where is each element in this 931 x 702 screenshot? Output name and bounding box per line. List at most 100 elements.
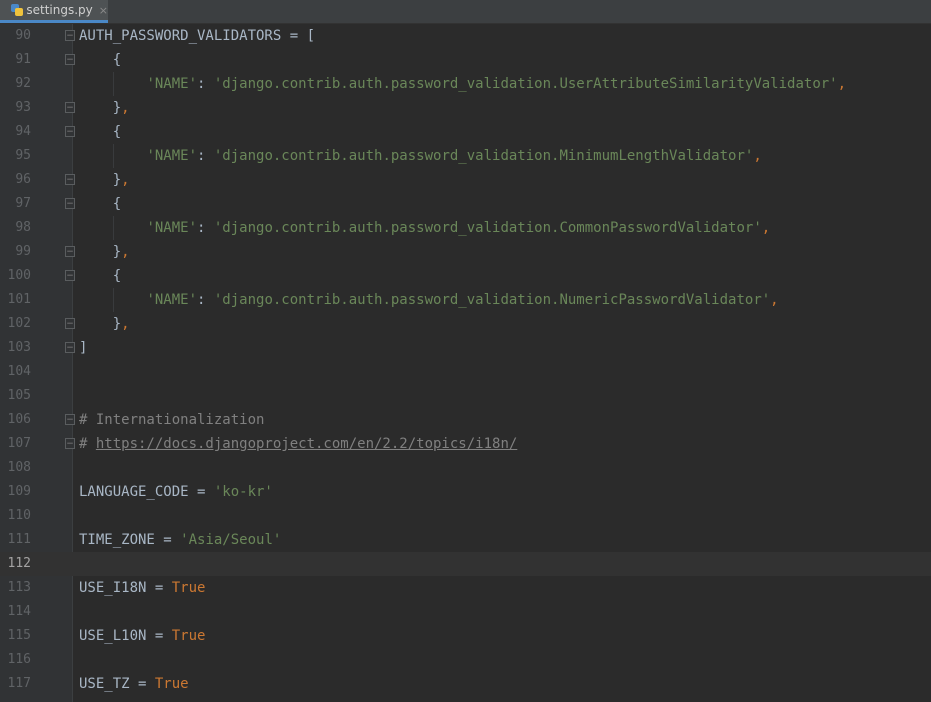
code-text: { <box>79 192 121 216</box>
code-text: AUTH_PASSWORD_VALIDATORS = [ <box>79 24 315 48</box>
code-token: } <box>79 244 122 260</box>
code-token: { <box>79 124 122 140</box>
code-text: # https://docs.djangoproject.com/en/2.2/… <box>79 432 517 456</box>
code-line[interactable]: 94 − { <box>0 120 931 144</box>
code-line[interactable]: 103 −] <box>0 336 931 360</box>
code-line[interactable]: 117 USE_TZ = True <box>0 672 931 696</box>
code-line[interactable]: 107 − # https://docs.djangoproject.com/en/… <box>0 432 931 456</box>
code-token: 'Asia/Seoul' <box>180 532 282 548</box>
code-token: ] <box>79 340 88 356</box>
code-line[interactable]: 109 LANGUAGE_CODE = 'ko-kr' <box>0 480 931 504</box>
line-number: 106 <box>7 412 31 427</box>
code-token: True <box>154 676 189 692</box>
code-line[interactable]: 102 − }, <box>0 312 931 336</box>
fold-end-icon[interactable]: − <box>65 438 75 449</box>
code-token: True <box>171 580 206 596</box>
code-line[interactable]: 100 − { <box>0 264 931 288</box>
code-text: 'NAME': 'django.contrib.auth.password_va… <box>79 72 846 96</box>
code-token: 'ko-kr' <box>213 484 273 500</box>
code-text: ] <box>79 336 87 360</box>
fold-collapse-icon[interactable]: − <box>65 198 75 209</box>
code-line[interactable]: 93 − }, <box>0 96 931 120</box>
fold-collapse-icon[interactable]: − <box>65 126 75 137</box>
code-line[interactable]: 97 − { <box>0 192 931 216</box>
code-text: }, <box>79 240 130 264</box>
code-token: { <box>79 196 122 212</box>
code-text: }, <box>79 312 130 336</box>
code-line[interactable]: 106 − # Internationalization <box>0 408 931 432</box>
fold-end-icon[interactable]: − <box>65 246 75 257</box>
fold-collapse-icon[interactable]: − <box>65 414 75 425</box>
fold-collapse-icon[interactable]: − <box>65 270 75 281</box>
editor-tab-bar: settings.py × <box>0 0 931 24</box>
line-number: 96 <box>15 172 31 187</box>
line-number: 117 <box>7 676 31 691</box>
code-token: , <box>761 220 771 236</box>
code-text: TIME_ZONE = 'Asia/Seoul' <box>79 528 281 552</box>
code-editor[interactable]: 90− AUTH_PASSWORD_VALIDATORS = [91− {92 '… <box>0 24 931 702</box>
fold-collapse-icon[interactable]: − <box>65 30 75 41</box>
code-line[interactable]: 101 'NAME': 'django.contrib.auth.passwor… <box>0 288 931 312</box>
fold-collapse-icon[interactable]: − <box>65 54 75 65</box>
code-line[interactable]: 110 <box>0 504 931 528</box>
line-number: 98 <box>15 220 31 235</box>
code-token: 'django.contrib.auth.password_validation… <box>213 148 754 164</box>
tab-settings-py[interactable]: settings.py × <box>0 0 108 23</box>
code-text: }, <box>79 168 130 192</box>
fold-end-icon[interactable]: − <box>65 102 75 113</box>
code-line[interactable]: 114 <box>0 600 931 624</box>
url-link[interactable]: https://docs.djangoproject.com/en/2.2/to… <box>96 436 517 452</box>
code-line[interactable]: 98 'NAME': 'django.contrib.auth.password… <box>0 216 931 240</box>
code-line[interactable]: 104 <box>0 360 931 384</box>
code-line[interactable]: 96 − }, <box>0 168 931 192</box>
code-line[interactable]: 116 <box>0 648 931 672</box>
line-number: 111 <box>7 532 31 547</box>
fold-end-icon[interactable]: − <box>65 318 75 329</box>
code-line[interactable]: 105 <box>0 384 931 408</box>
line-number: 99 <box>15 244 31 259</box>
code-line[interactable]: 99 − }, <box>0 240 931 264</box>
code-line[interactable]: 115 USE_L10N = True <box>0 624 931 648</box>
code-token: , <box>121 172 130 188</box>
code-token: , <box>121 100 130 116</box>
code-token: : <box>197 220 214 236</box>
code-token: 'django.contrib.auth.password_validation… <box>213 292 771 308</box>
code-line[interactable]: 111 TIME_ZONE = 'Asia/Seoul' <box>0 528 931 552</box>
code-line[interactable]: 113 USE_I18N = True <box>0 576 931 600</box>
code-token: : <box>197 292 214 308</box>
code-token: : <box>197 76 214 92</box>
code-token: USE_TZ = <box>79 676 155 692</box>
code-token: , <box>770 292 779 308</box>
line-number: 94 <box>15 124 31 139</box>
code-text: USE_I18N = True <box>79 576 205 600</box>
line-number: 97 <box>15 196 31 211</box>
close-tab-icon[interactable]: × <box>99 4 108 17</box>
code-token: # <box>79 436 96 452</box>
code-line[interactable]: 90 − AUTH_PASSWORD_VALIDATORS = [ <box>0 24 931 48</box>
code-line[interactable]: 95 'NAME': 'django.contrib.auth.password… <box>0 144 931 168</box>
code-line[interactable]: 92 'NAME': 'django.contrib.auth.password… <box>0 72 931 96</box>
code-line[interactable]: 108 <box>0 456 931 480</box>
code-token: , <box>121 244 130 260</box>
fold-end-icon[interactable]: − <box>65 174 75 185</box>
code-token: 'NAME' <box>146 292 198 308</box>
code-text: }, <box>79 96 130 120</box>
code-text: { <box>79 264 121 288</box>
code-text: 'NAME': 'django.contrib.auth.password_va… <box>79 216 770 240</box>
code-line[interactable]: 112 <box>0 552 931 576</box>
line-number: 115 <box>7 628 31 643</box>
line-number: 113 <box>7 580 31 595</box>
line-number: 110 <box>7 508 31 523</box>
code-line[interactable]: 91 − { <box>0 48 931 72</box>
line-number: 92 <box>15 76 31 91</box>
line-number: 103 <box>7 340 31 355</box>
code-text: { <box>79 48 121 72</box>
code-token: { <box>79 268 122 284</box>
code-text: USE_L10N = True <box>79 624 205 648</box>
line-number: 116 <box>7 652 31 667</box>
code-text: 'NAME': 'django.contrib.auth.password_va… <box>79 144 761 168</box>
fold-end-icon[interactable]: − <box>65 342 75 353</box>
code-token: } <box>79 100 122 116</box>
line-number: 100 <box>7 268 31 283</box>
